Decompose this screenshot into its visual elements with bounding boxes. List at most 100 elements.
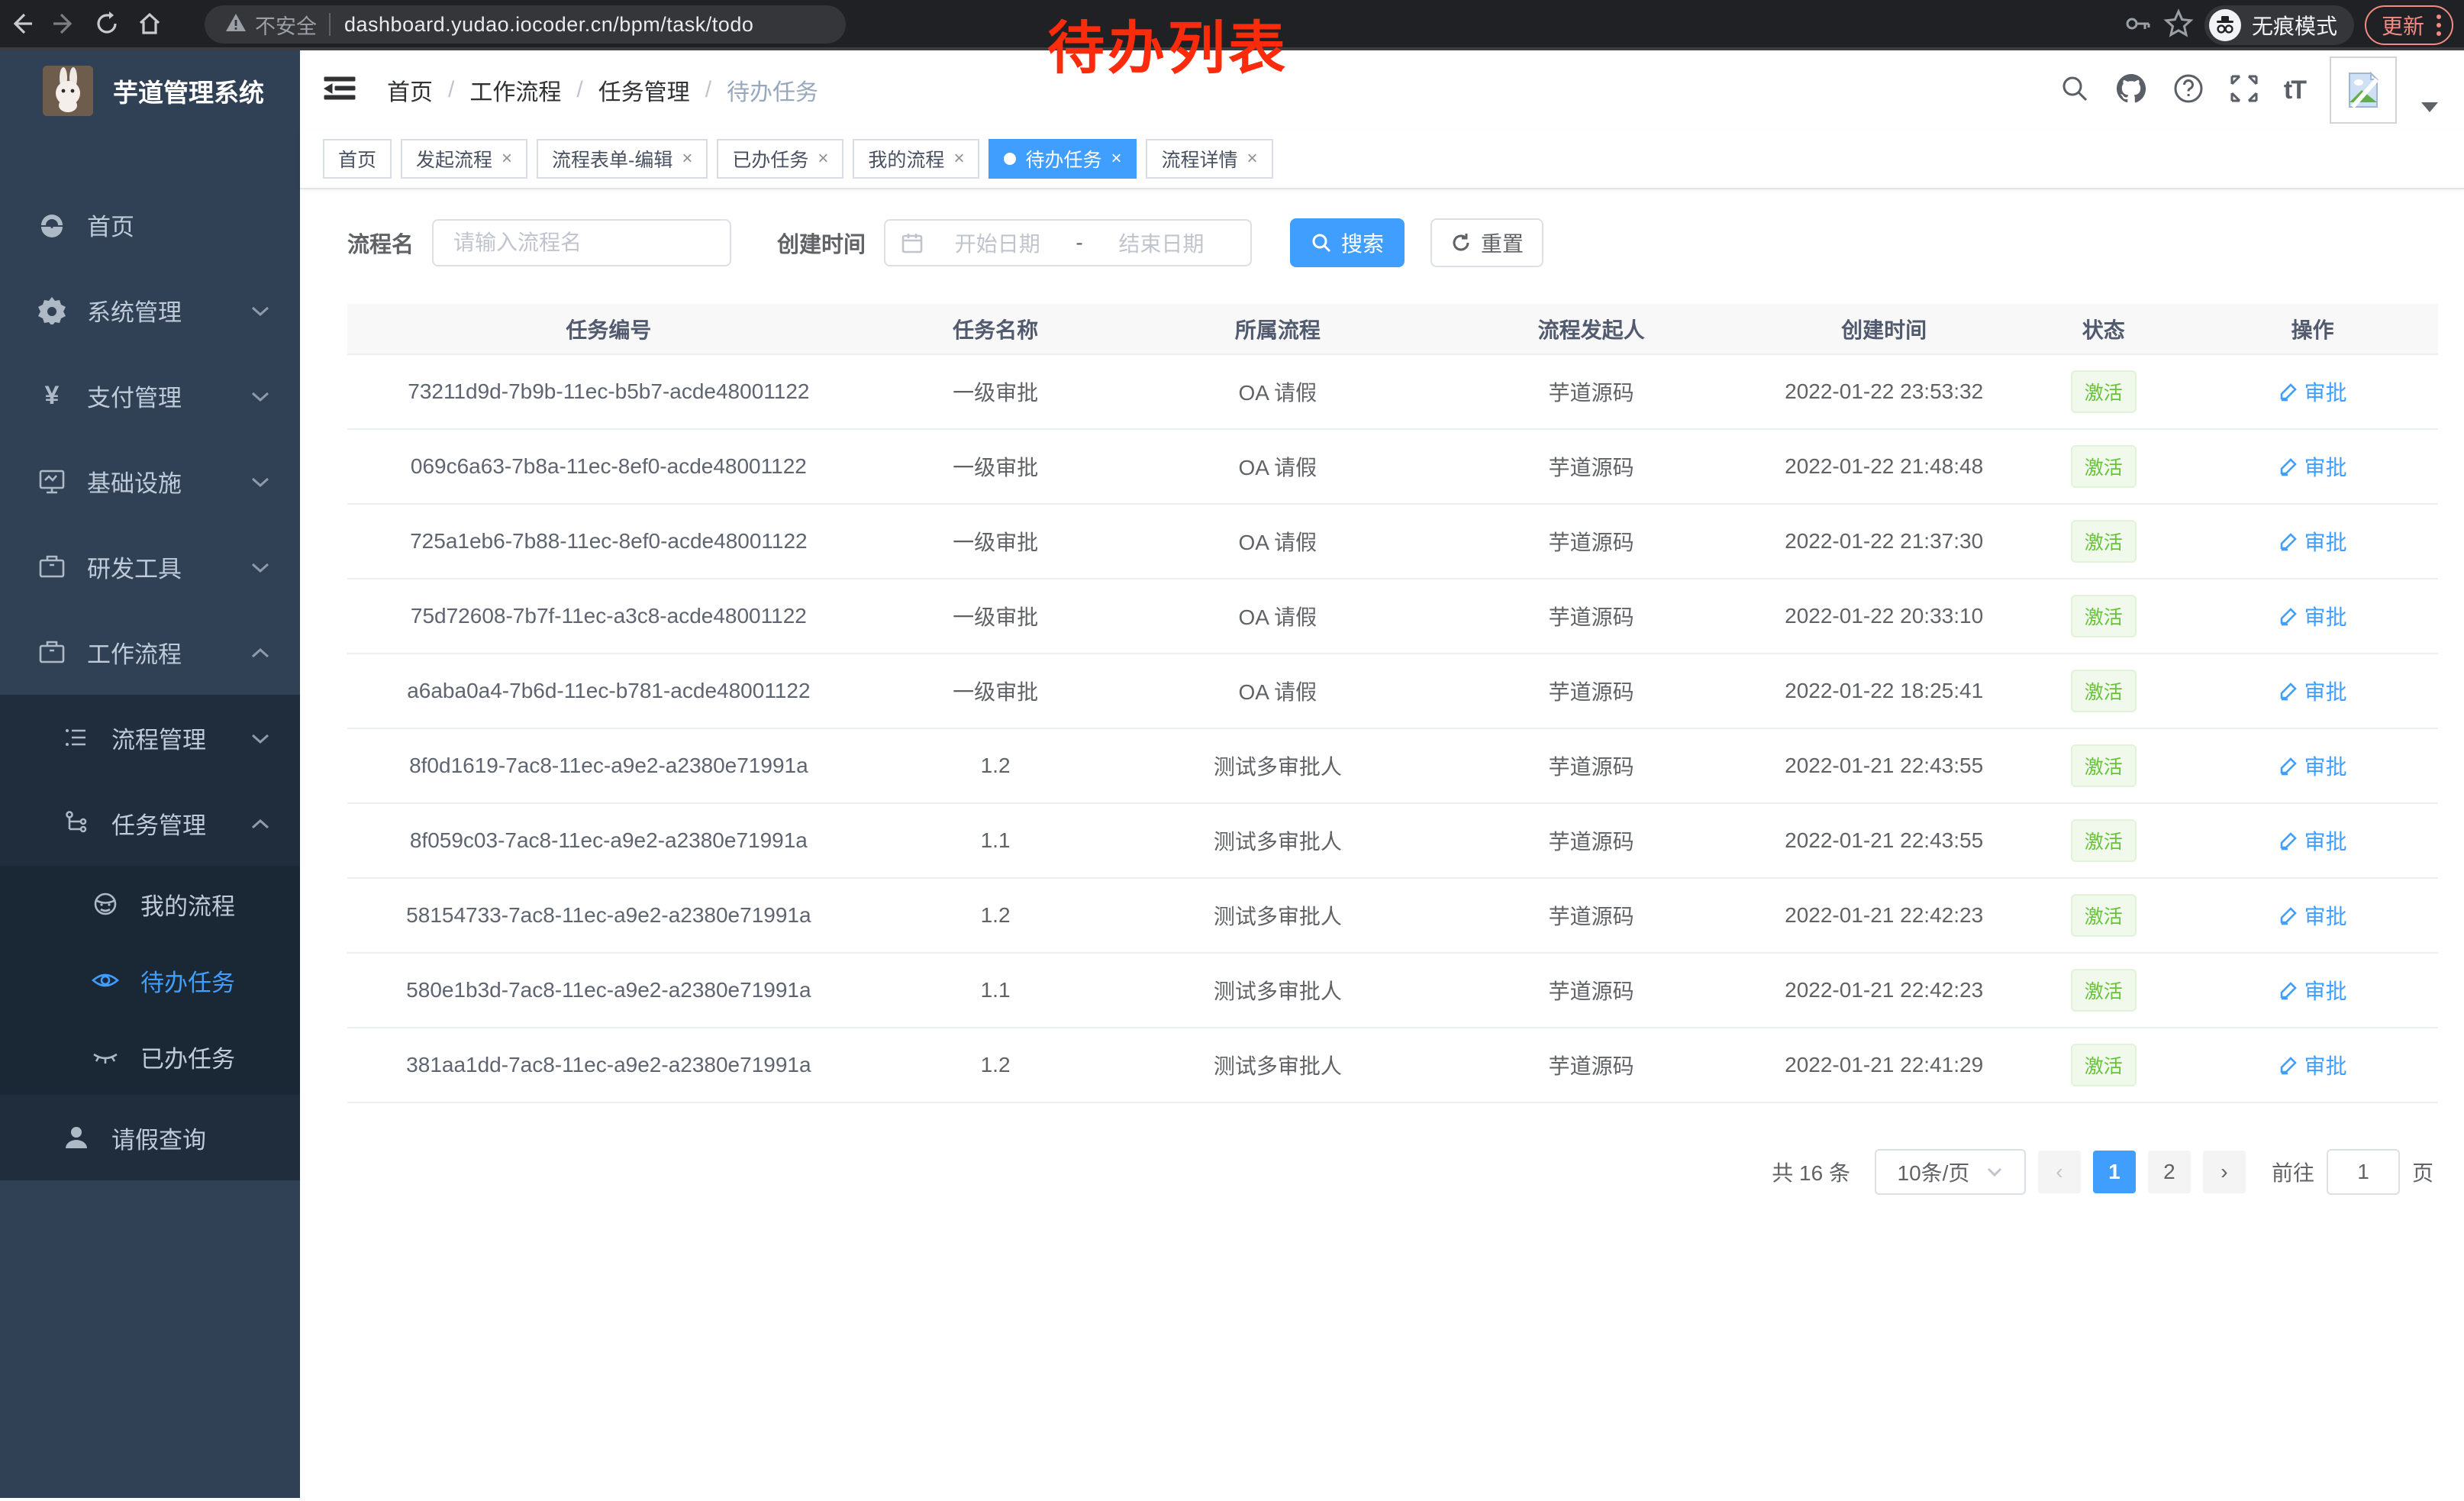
github-icon[interactable] [2114, 72, 2148, 109]
tab-process-detail[interactable]: 流程详情× [1146, 139, 1272, 179]
tab-form-edit[interactable]: 流程表单-编辑× [537, 139, 708, 179]
status-cell: 激活 [2020, 504, 2187, 579]
table-row[interactable]: 580e1b3d-7ac8-11ec-a9e2-a2380e71991a 1.1… [347, 953, 2438, 1028]
chevron-up-icon [250, 809, 271, 837]
approve-link[interactable]: 审批 [2279, 750, 2347, 781]
avatar[interactable] [2330, 56, 2397, 124]
fullscreen-icon[interactable] [2229, 73, 2259, 108]
app-logo-row[interactable]: 芋道管理系统 [0, 50, 300, 131]
process-cell: OA 请假 [1121, 654, 1434, 728]
sidebar-item-task-mgmt[interactable]: 任务管理 [0, 780, 300, 866]
browser-menu-icon[interactable] [2437, 15, 2441, 36]
status-badge: 激活 [2071, 744, 2137, 787]
task-name-cell: 1.2 [870, 878, 1121, 953]
table-row[interactable]: 725a1eb6-7b88-11ec-8ef0-acde48001122 一级审… [347, 504, 2438, 579]
close-icon[interactable]: × [1111, 148, 1121, 169]
password-key-icon[interactable] [2122, 8, 2153, 43]
breadcrumb-home[interactable]: 首页 [387, 73, 433, 107]
table-row[interactable]: 8f0d1619-7ac8-11ec-a9e2-a2380e71991a 1.2… [347, 728, 2438, 803]
security-warning-icon[interactable] [224, 11, 247, 38]
process-cell: 测试多审批人 [1121, 1028, 1434, 1102]
approve-link[interactable]: 审批 [2279, 900, 2347, 931]
approve-link[interactable]: 审批 [2279, 825, 2347, 856]
approve-link[interactable]: 审批 [2279, 975, 2347, 1006]
page-1-button[interactable]: 1 [2093, 1151, 2136, 1193]
bookmark-star-icon[interactable] [2163, 8, 2194, 43]
approve-link[interactable]: 审批 [2279, 376, 2347, 407]
update-button[interactable]: 更新 [2365, 5, 2453, 45]
breadcrumb-workflow[interactable]: 工作流程 [469, 73, 561, 107]
date-range-picker[interactable]: 开始日期 - 结束日期 [884, 219, 1252, 266]
sidebar-item-leave-query[interactable]: 请假查询 [0, 1095, 300, 1180]
briefcase-icon [37, 552, 67, 581]
close-icon[interactable]: × [953, 148, 964, 169]
initiator-cell: 芋道源码 [1434, 579, 1748, 654]
reset-button[interactable]: 重置 [1430, 218, 1543, 267]
close-icon[interactable]: × [682, 148, 692, 169]
sidebar-item-todo-tasks[interactable]: 待办任务 [0, 942, 300, 1018]
sidebar-item-process-mgmt[interactable]: 流程管理 [0, 695, 300, 780]
tab-start-process[interactable]: 发起流程× [401, 139, 527, 179]
chevron-down-icon [250, 724, 271, 751]
edit-pencil-icon [2279, 1055, 2298, 1075]
chevron-up-icon [250, 638, 271, 666]
sidebar-item-workflow[interactable]: 工作流程 [0, 609, 300, 695]
table-row[interactable]: 75d72608-7b7f-11ec-a3c8-acde48001122 一级审… [347, 579, 2438, 654]
url-text[interactable]: dashboard.yudao.iocoder.cn/bpm/task/todo [344, 13, 753, 37]
tab-todo-tasks[interactable]: 待办任务× [989, 139, 1137, 179]
forward-icon[interactable] [43, 2, 85, 45]
approve-link[interactable]: 审批 [2279, 451, 2347, 482]
start-date-placeholder[interactable]: 开始日期 [924, 228, 1071, 258]
status-badge: 激活 [2071, 520, 2137, 563]
incognito-badge: 无痕模式 [2204, 5, 2354, 45]
approve-link[interactable]: 审批 [2279, 676, 2347, 706]
prev-page-button[interactable]: ‹ [2038, 1151, 2081, 1193]
breadcrumb-task-mgmt[interactable]: 任务管理 [598, 73, 690, 107]
approve-link[interactable]: 审批 [2279, 526, 2347, 557]
search-button[interactable]: 搜索 [1290, 218, 1405, 267]
flow-tree-icon [61, 809, 92, 837]
tab-my-process[interactable]: 我的流程× [853, 139, 979, 179]
sidebar-item-infra[interactable]: 基础设施 [0, 438, 300, 524]
sidebar-collapse-icon[interactable] [323, 74, 356, 107]
table-row[interactable]: 069c6a63-7b8a-11ec-8ef0-acde48001122 一级审… [347, 429, 2438, 504]
table-row[interactable]: 381aa1dd-7ac8-11ec-a9e2-a2380e71991a 1.2… [347, 1028, 2438, 1102]
table-row[interactable]: 8f059c03-7ac8-11ec-a9e2-a2380e71991a 1.1… [347, 803, 2438, 878]
search-icon [1311, 232, 1332, 253]
sidebar-item-devtools[interactable]: 研发工具 [0, 524, 300, 609]
reload-icon[interactable] [85, 2, 128, 45]
update-label[interactable]: 更新 [2382, 10, 2424, 40]
help-icon[interactable] [2172, 73, 2204, 108]
approve-link[interactable]: 审批 [2279, 601, 2347, 631]
address-bar[interactable]: 不安全 dashboard.yudao.iocoder.cn/bpm/task/… [205, 5, 846, 44]
sidebar-item-my-process[interactable]: 我的流程 [0, 866, 300, 942]
security-label: 不安全 [255, 10, 317, 40]
task-id-cell: 8f059c03-7ac8-11ec-a9e2-a2380e71991a [347, 803, 870, 878]
approve-link[interactable]: 审批 [2279, 1050, 2347, 1080]
table-row[interactable]: 58154733-7ac8-11ec-a9e2-a2380e71991a 1.2… [347, 878, 2438, 953]
page-2-button[interactable]: 2 [2148, 1151, 2191, 1193]
sidebar-item-home[interactable]: 首页 [0, 182, 300, 267]
end-date-placeholder[interactable]: 结束日期 [1088, 228, 1235, 258]
avatar-caret-icon[interactable] [2421, 102, 2438, 112]
back-icon[interactable] [0, 2, 43, 45]
col-status: 状态 [2020, 304, 2187, 354]
table-row[interactable]: a6aba0a4-7b6d-11ec-b781-acde48001122 一级审… [347, 654, 2438, 728]
table-row[interactable]: 73211d9d-7b9b-11ec-b5b7-acde48001122 一级审… [347, 354, 2438, 429]
sidebar-item-done-tasks[interactable]: 已办任务 [0, 1018, 300, 1095]
goto-page-input[interactable] [2327, 1149, 2400, 1195]
search-icon[interactable] [2059, 73, 2090, 108]
home-icon[interactable] [128, 2, 171, 45]
sidebar-item-payment[interactable]: ¥ 支付管理 [0, 353, 300, 438]
close-icon[interactable]: × [1247, 148, 1258, 169]
tab-done-tasks[interactable]: 已办任务× [717, 139, 843, 179]
process-name-input[interactable] [432, 219, 731, 266]
tab-home[interactable]: 首页 [323, 139, 392, 179]
sidebar-item-system[interactable]: 系统管理 [0, 267, 300, 353]
close-icon[interactable]: × [818, 148, 828, 169]
page-size-select[interactable]: 10条/页 [1875, 1149, 2026, 1195]
close-icon[interactable]: × [502, 148, 512, 169]
next-page-button[interactable]: › [2203, 1151, 2246, 1193]
font-size-icon[interactable]: tT [2284, 76, 2305, 105]
col-task-id: 任务编号 [347, 304, 870, 354]
